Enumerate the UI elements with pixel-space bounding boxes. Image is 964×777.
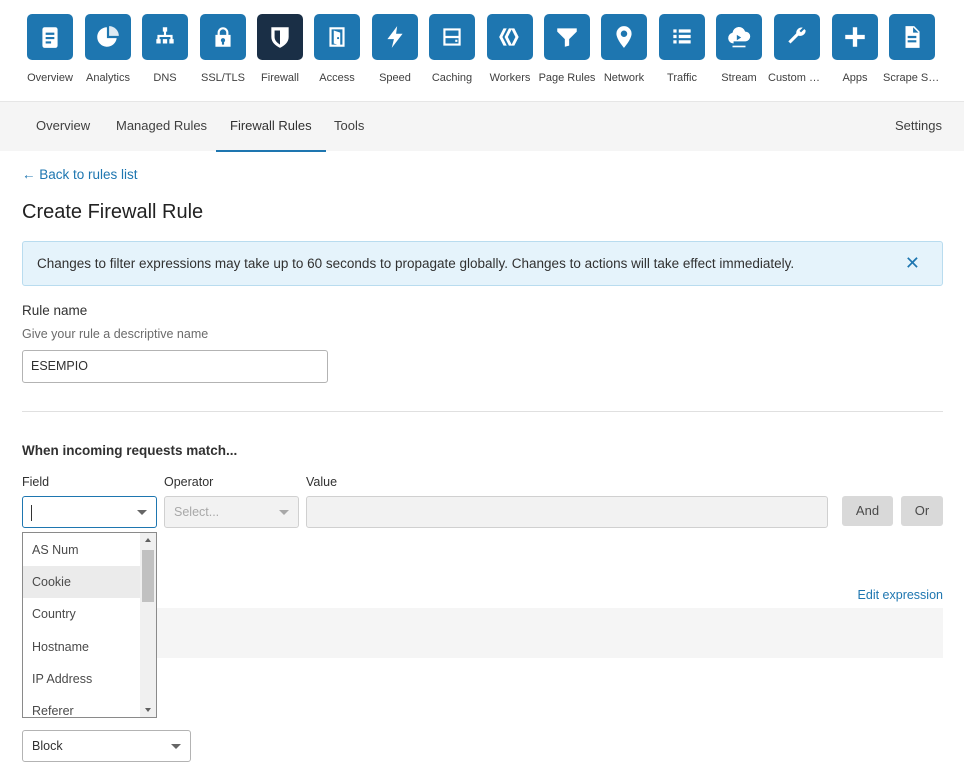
app-label: Custom Pa...	[768, 72, 826, 84]
field-select[interactable]	[22, 496, 157, 528]
app-page-rules[interactable]: Page Rules	[538, 14, 596, 84]
app-overview[interactable]: Overview	[21, 14, 79, 84]
dropdown-scrollbar[interactable]	[140, 533, 156, 717]
dropdown-option-cookie[interactable]: Cookie	[23, 566, 141, 598]
app-label: Apps	[842, 72, 868, 84]
rule-name-label: Rule name	[22, 303, 88, 318]
field-label: Field	[22, 475, 50, 489]
drive-icon	[429, 14, 475, 60]
value-label: Value	[306, 475, 338, 489]
app-label: Overview	[27, 72, 73, 84]
app-caching[interactable]: Caching	[423, 14, 481, 84]
app-stream[interactable]: Stream	[710, 14, 768, 84]
scroll-down-arrow-icon[interactable]	[145, 708, 151, 712]
shield-icon	[257, 14, 303, 60]
app-label: DNS	[153, 72, 177, 84]
rule-name-hint: Give your rule a descriptive name	[22, 327, 209, 341]
app-traffic[interactable]: Traffic	[653, 14, 711, 84]
dropdown-option-hostname[interactable]: Hostname	[23, 631, 141, 663]
app-custom-pages[interactable]: Custom Pa...	[768, 14, 826, 84]
wrench-icon	[774, 14, 820, 60]
app-label: Traffic	[667, 72, 697, 84]
app-label: Workers	[489, 72, 531, 84]
app-analytics[interactable]: Analytics	[79, 14, 137, 84]
dropdown-option-ip-address[interactable]: IP Address	[23, 663, 141, 695]
chevron-down-icon	[279, 510, 289, 515]
value-input	[306, 496, 828, 528]
tab-overview[interactable]: Overview	[22, 102, 104, 152]
action-value: Block	[32, 739, 63, 753]
operator-placeholder: Select...	[174, 505, 220, 519]
page-title: Create Firewall Rule	[22, 201, 204, 223]
app-ssl-tls[interactable]: SSL/TLS	[194, 14, 252, 84]
door-icon	[314, 14, 360, 60]
app-label: Network	[603, 72, 645, 84]
text-cursor	[31, 505, 32, 521]
app-label: Page Rules	[538, 72, 596, 84]
and-button[interactable]: And	[842, 496, 893, 526]
app-label: Caching	[431, 72, 473, 84]
edit-expression-link[interactable]: Edit expression	[858, 588, 943, 602]
app-label: Access	[319, 72, 355, 84]
plus-icon	[832, 14, 878, 60]
tab-firewall-rules[interactable]: Firewall Rules	[216, 102, 326, 152]
operator-select: Select...	[164, 496, 299, 528]
back-to-rules-link[interactable]: ← Back to rules list	[22, 167, 138, 182]
field-dropdown-list: AS Num Cookie Country Hostname IP Addres…	[22, 532, 157, 718]
app-apps[interactable]: Apps	[826, 14, 884, 84]
pie-chart-icon	[85, 14, 131, 60]
or-button[interactable]: Or	[901, 496, 943, 526]
firewall-subnav: Overview Managed Rules Firewall Rules To…	[0, 101, 964, 152]
app-label: SSL/TLS	[200, 72, 246, 84]
clipboard-icon	[27, 14, 73, 60]
dropdown-option-as-num[interactable]: AS Num	[23, 534, 141, 566]
app-network[interactable]: Network	[595, 14, 653, 84]
expression-preview	[157, 608, 943, 658]
rule-name-input[interactable]: ESEMPIO	[22, 350, 328, 383]
list-icon	[659, 14, 705, 60]
workers-icon	[487, 14, 533, 60]
info-banner: Changes to filter expressions may take u…	[22, 241, 943, 286]
match-section-title: When incoming requests match...	[22, 443, 238, 458]
cloud-play-icon	[716, 14, 762, 60]
location-pin-icon	[601, 14, 647, 60]
app-firewall[interactable]: Firewall	[251, 14, 309, 84]
app-label: Speed	[379, 72, 411, 84]
filter-icon	[544, 14, 590, 60]
tab-tools[interactable]: Tools	[320, 102, 378, 152]
banner-message: Changes to filter expressions may take u…	[37, 256, 795, 271]
app-navigation-bar: Overview Analytics DNS SSL/TLS Firewall …	[0, 0, 964, 101]
action-select[interactable]: Block	[22, 730, 191, 762]
close-icon[interactable]: ✕	[905, 253, 920, 274]
lock-icon	[200, 14, 246, 60]
divider	[22, 411, 943, 412]
app-workers[interactable]: Workers	[481, 14, 539, 84]
document-icon	[889, 14, 935, 60]
dropdown-option-referer[interactable]: Referer	[23, 695, 141, 717]
app-label: Stream	[721, 72, 757, 84]
network-tree-icon	[142, 14, 188, 60]
app-speed[interactable]: Speed	[366, 14, 424, 84]
app-access[interactable]: Access	[308, 14, 366, 84]
scrollbar-thumb[interactable]	[142, 550, 154, 602]
app-scrape-shield[interactable]: Scrape Shi...	[883, 14, 941, 84]
lightning-icon	[372, 14, 418, 60]
app-label: Firewall	[261, 72, 299, 84]
chevron-down-icon	[137, 510, 147, 515]
operator-label: Operator	[164, 475, 214, 489]
dropdown-option-country[interactable]: Country	[23, 598, 141, 630]
scroll-up-arrow-icon[interactable]	[145, 538, 151, 542]
tab-managed-rules[interactable]: Managed Rules	[102, 102, 221, 152]
app-label: Analytics	[85, 72, 131, 84]
chevron-down-icon	[171, 744, 181, 749]
app-dns[interactable]: DNS	[136, 14, 194, 84]
app-label: Scrape Shi...	[883, 72, 941, 84]
settings-link[interactable]: Settings	[895, 102, 942, 152]
